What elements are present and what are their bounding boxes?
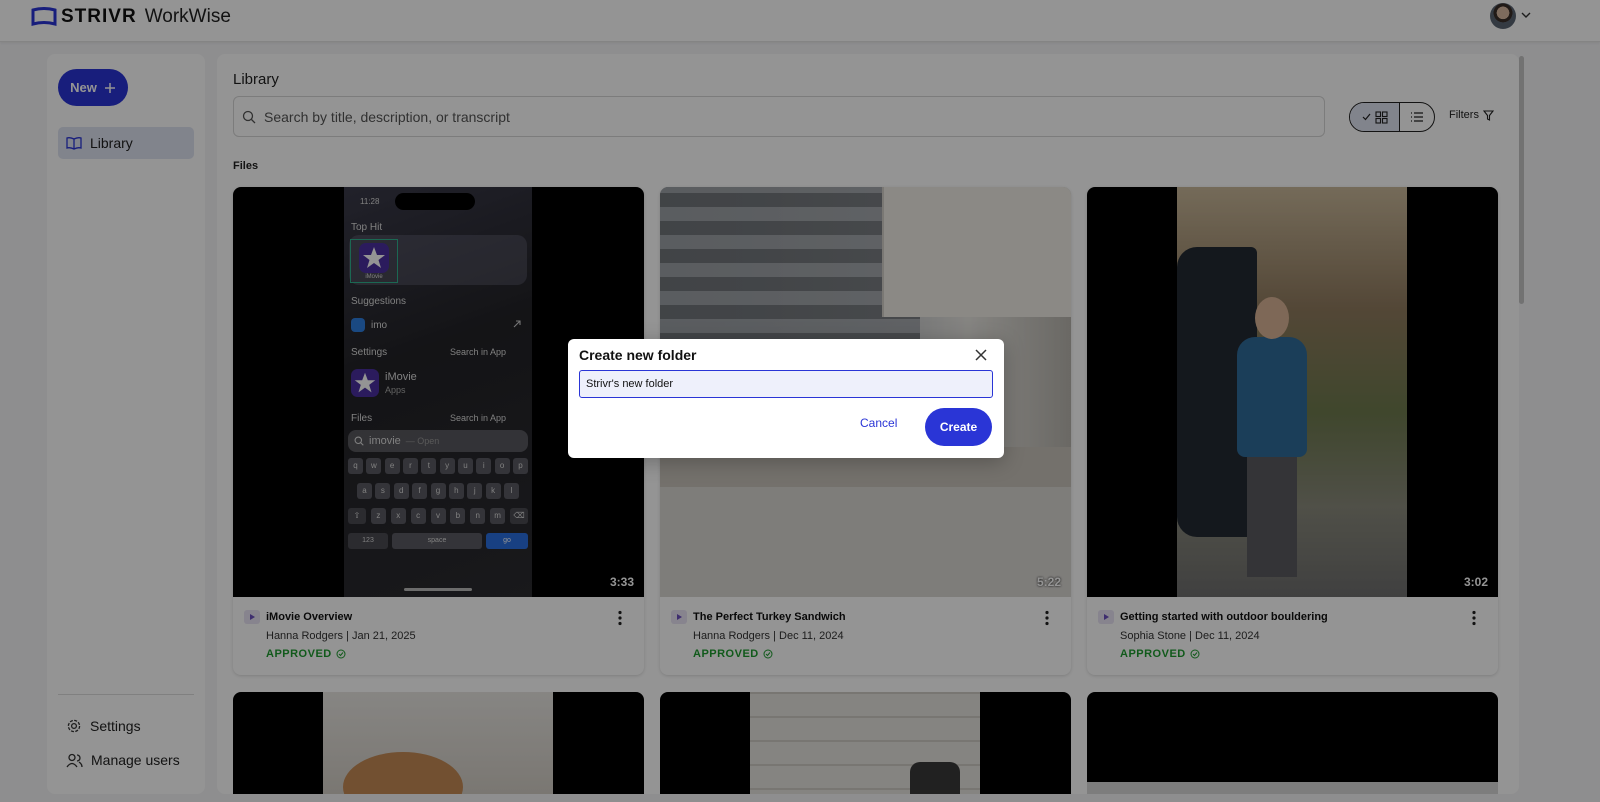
folder-name-input[interactable] bbox=[579, 370, 993, 398]
close-icon[interactable] bbox=[974, 348, 988, 362]
create-button[interactable]: Create bbox=[925, 408, 992, 446]
dialog-title: Create new folder bbox=[579, 347, 697, 363]
create-folder-dialog: Create new folder Cancel Create bbox=[568, 339, 1004, 458]
cancel-button[interactable]: Cancel bbox=[860, 416, 897, 430]
